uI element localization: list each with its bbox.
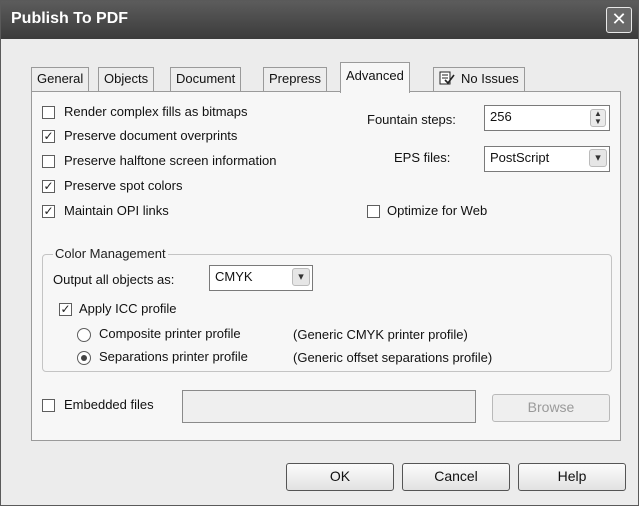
separations-profile-name: (Generic offset separations profile) <box>293 350 493 365</box>
spinner-arrows-icon[interactable]: ▲ ▼ <box>590 109 606 127</box>
issues-icon <box>439 71 455 85</box>
preserve-spot-colors-checkbox[interactable]: ✓ <box>42 180 55 193</box>
embedded-files-field[interactable] <box>182 390 476 423</box>
separations-profile-label: Separations printer profile <box>99 349 248 364</box>
fountain-steps-label: Fountain steps: <box>367 112 456 127</box>
fountain-steps-spinner[interactable]: 256 ▲ ▼ <box>484 105 610 131</box>
tab-advanced[interactable]: Advanced <box>340 62 410 93</box>
tab-prepress[interactable]: Prepress <box>263 67 328 91</box>
separations-profile-radio[interactable] <box>77 351 91 365</box>
embedded-files-checkbox[interactable] <box>42 399 55 412</box>
title-bar: Publish To PDF ✕ <box>1 1 638 39</box>
spin-down-icon[interactable]: ▼ <box>594 117 602 126</box>
chevron-down-icon[interactable]: ▾ <box>589 149 607 167</box>
preserve-overprints-label: Preserve document overprints <box>64 128 238 143</box>
tab-no-issues-label: No Issues <box>461 71 519 86</box>
output-objects-label: Output all objects as: <box>53 272 175 287</box>
maintain-opi-links-label: Maintain OPI links <box>64 203 169 218</box>
apply-icc-label: Apply ICC profile <box>79 301 177 316</box>
tab-document[interactable]: Document <box>170 67 242 91</box>
eps-files-dropdown[interactable]: PostScript ▾ <box>484 146 610 172</box>
composite-profile-label: Composite printer profile <box>99 326 241 341</box>
render-complex-fills-checkbox[interactable] <box>42 106 55 119</box>
optimize-web-checkbox[interactable] <box>367 205 380 218</box>
help-button[interactable]: Help <box>518 463 626 491</box>
radio-selected-dot <box>81 355 87 361</box>
output-objects-dropdown[interactable]: CMYK ▾ <box>209 265 313 291</box>
output-objects-value: CMYK <box>215 269 253 284</box>
apply-icc-checkbox[interactable]: ✓ <box>59 303 72 316</box>
advanced-panel: Render complex fills as bitmaps ✓ Preser… <box>31 91 621 441</box>
ok-button[interactable]: OK <box>286 463 394 491</box>
eps-files-label: EPS files: <box>394 150 451 165</box>
fountain-steps-value: 256 <box>490 109 512 124</box>
composite-profile-radio[interactable] <box>77 328 91 342</box>
preserve-spot-colors-label: Preserve spot colors <box>64 178 183 193</box>
tab-general[interactable]: General <box>31 67 90 91</box>
preserve-halftone-checkbox[interactable] <box>42 155 55 168</box>
close-button[interactable]: ✕ <box>606 7 632 33</box>
cancel-button[interactable]: Cancel <box>402 463 510 491</box>
preserve-halftone-label: Preserve halftone screen information <box>64 153 277 168</box>
publish-to-pdf-dialog: Publish To PDF ✕ General Objects Documen… <box>0 0 639 506</box>
browse-button[interactable]: Browse <box>492 394 610 422</box>
tab-no-issues[interactable]: No Issues <box>433 67 525 91</box>
color-management-group: Color Management Output all objects as: … <box>42 246 612 372</box>
embedded-files-label: Embedded files <box>64 397 154 412</box>
maintain-opi-links-checkbox[interactable]: ✓ <box>42 205 55 218</box>
preserve-overprints-checkbox[interactable]: ✓ <box>42 130 55 143</box>
tab-objects[interactable]: Objects <box>98 67 155 91</box>
color-management-title: Color Management <box>53 246 168 261</box>
chevron-down-icon[interactable]: ▾ <box>292 268 310 286</box>
composite-profile-name: (Generic CMYK printer profile) <box>293 327 468 342</box>
eps-files-value: PostScript <box>490 150 550 165</box>
dialog-title: Publish To PDF <box>11 10 129 27</box>
render-complex-fills-label: Render complex fills as bitmaps <box>64 104 248 119</box>
optimize-web-label: Optimize for Web <box>387 203 488 218</box>
